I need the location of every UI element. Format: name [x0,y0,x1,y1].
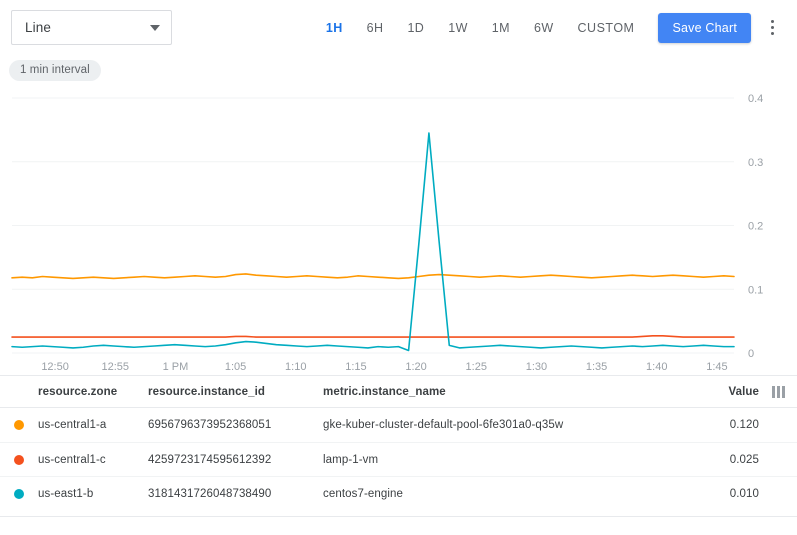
x-axis-tick-label: 1:40 [646,361,667,373]
x-axis-tick-label: 1:05 [225,361,246,373]
cell-instance: 6956796373952368051 [148,419,323,431]
table-row[interactable]: us-central1-c4259723174595612392lamp-1-v… [0,442,797,476]
save-chart-button[interactable]: Save Chart [658,13,751,43]
y-axis-tick-label: 0.3 [748,157,763,169]
table-row[interactable]: us-central1-a6956796373952368051gke-kube… [0,408,797,442]
toolbar-actions: 1H6H1D1W1M6WCUSTOM Save Chart [314,13,785,43]
time-range-1w[interactable]: 1W [436,13,480,43]
y-axis-tick-label: 0.4 [748,93,763,105]
time-range-6h[interactable]: 6H [355,13,396,43]
x-axis-tick-label: 1:10 [285,361,306,373]
x-axis-tick-label: 1 PM [163,361,189,373]
cell-zone: us-east1-b [38,488,148,500]
columns-icon[interactable] [759,386,797,398]
line-chart[interactable]: 0 0.1 0.2 0.3 0.4 12:50 12:55 1 PM 1:05 1:10 1:15 1… [0,85,797,375]
chart-type-select[interactable]: Line [11,10,172,45]
x-axis-tick-label: 1:25 [466,361,487,373]
time-range-1m[interactable]: 1M [480,13,522,43]
kebab-menu-icon[interactable] [759,13,785,43]
cell-value: 0.010 [701,488,759,500]
cell-value: 0.025 [701,454,759,466]
series-table: resource.zone resource.instance_id metri… [0,375,797,535]
interval-chip: 1 min interval [9,60,101,81]
time-range-custom[interactable]: CUSTOM [566,13,647,43]
chart-toolbar: Line 1H6H1D1W1M6WCUSTOM Save Chart [0,0,797,55]
cell-name: lamp-1-vm [323,454,701,466]
metrics-explorer-panel: Line 1H6H1D1W1M6WCUSTOM Save Chart 1 min… [0,0,797,535]
y-axis-tick-label: 0.2 [748,221,763,233]
cell-value: 0.120 [701,419,759,431]
x-axis-tick-label: 12:50 [41,361,69,373]
y-axis-tick-label: 0.1 [748,284,763,296]
x-axis-tick-label: 12:55 [101,361,129,373]
x-axis-tick-label: 1:15 [345,361,366,373]
cell-zone: us-central1-c [38,454,148,466]
col-header-name[interactable]: metric.instance_name [323,386,701,398]
bottom-divider [0,516,797,517]
series-color-swatch [0,455,38,465]
series-color-swatch [0,420,38,430]
time-range-1h[interactable]: 1H [314,13,355,43]
cell-zone: us-central1-a [38,419,148,431]
chart-canvas: 0 0.1 0.2 0.3 0.4 12:50 12:55 1 PM 1:05 1:10 1:15 1… [0,85,797,375]
x-axis-tick-label: 1:30 [526,361,547,373]
series-line-0 [12,274,734,278]
table-row[interactable]: us-east1-b3181431726048738490centos7-eng… [0,476,797,510]
time-range-group: 1H6H1D1W1M6WCUSTOM [314,13,647,43]
col-header-zone[interactable]: resource.zone [38,386,148,398]
x-axis-tick-label: 1:35 [586,361,607,373]
time-range-1d[interactable]: 1D [395,13,436,43]
x-axis-tick-label: 1:45 [706,361,727,373]
series-line-2 [12,133,734,350]
cell-name: centos7-engine [323,488,701,500]
table-body: us-central1-a6956796373952368051gke-kube… [0,408,797,510]
table-header-row: resource.zone resource.instance_id metri… [0,376,797,408]
chart-type-value: Line [25,20,51,35]
time-range-6w[interactable]: 6W [522,13,566,43]
x-axis-tick-label: 1:20 [405,361,426,373]
series-color-swatch [0,489,38,499]
chevron-down-icon [150,25,160,31]
col-header-value[interactable]: Value [701,386,759,398]
col-header-instance[interactable]: resource.instance_id [148,386,323,398]
y-axis-tick-label: 0 [748,348,754,360]
cell-instance: 4259723174595612392 [148,454,323,466]
cell-name: gke-kuber-cluster-default-pool-6fe301a0-… [323,419,701,431]
cell-instance: 3181431726048738490 [148,488,323,500]
interval-row: 1 min interval [0,55,797,85]
series-line-1 [12,336,734,337]
